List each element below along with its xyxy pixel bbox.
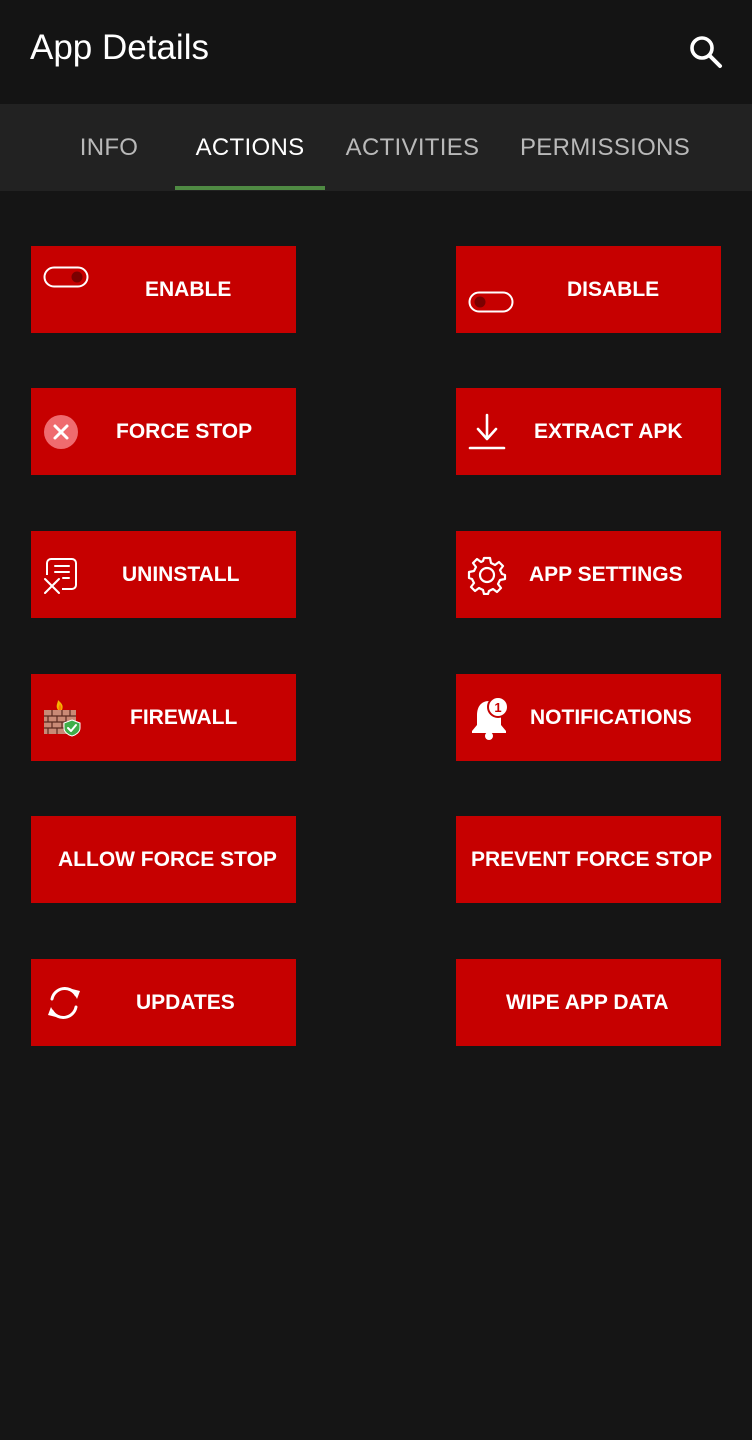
gear-icon — [467, 555, 507, 595]
tab-actions[interactable]: ACTIONS — [175, 104, 325, 191]
tab-activities[interactable]: ACTIVITIES — [330, 104, 495, 191]
app-settings-button[interactable]: APP SETTINGS — [456, 531, 721, 618]
firewall-icon — [42, 698, 82, 738]
updates-label: UPDATES — [136, 990, 235, 1014]
notifications-button[interactable]: 1 NOTIFICATIONS — [456, 674, 721, 761]
prevent-force-stop-button[interactable]: PREVENT FORCE STOP — [456, 816, 721, 903]
download-icon — [468, 412, 506, 452]
app-bar: App Details — [0, 0, 752, 104]
tab-permissions[interactable]: PERMISSIONS — [510, 104, 700, 191]
bell-badge-icon: 1 — [470, 695, 512, 741]
disable-label: DISABLE — [567, 277, 660, 301]
notification-badge-count: 1 — [494, 700, 501, 715]
search-icon — [690, 36, 722, 68]
prevent-force-stop-label: PREVENT FORCE STOP — [471, 847, 713, 871]
uninstall-button[interactable]: UNINSTALL — [31, 531, 296, 618]
enable-label: ENABLE — [145, 277, 232, 301]
wipe-app-data-label: WIPE APP DATA — [506, 990, 669, 1014]
toggle-off-icon — [43, 264, 89, 290]
allow-force-stop-button[interactable]: ALLOW FORCE STOP — [31, 816, 296, 903]
app-settings-label: APP SETTINGS — [529, 562, 683, 586]
updates-button[interactable]: UPDATES — [31, 959, 296, 1046]
close-circle-icon — [43, 414, 79, 450]
tab-bar: INFO ACTIONS ACTIVITIES PERMISSIONS — [0, 104, 752, 191]
page-title: App Details — [30, 28, 209, 67]
toggle-on-icon — [468, 290, 514, 314]
uninstall-document-icon — [42, 555, 82, 595]
firewall-label: FIREWALL — [130, 705, 238, 729]
force-stop-label: FORCE STOP — [116, 419, 253, 443]
tab-indicator — [175, 186, 325, 190]
allow-force-stop-label: ALLOW FORCE STOP — [58, 847, 277, 871]
force-stop-button[interactable]: FORCE STOP — [31, 388, 296, 475]
search-button[interactable] — [684, 30, 728, 74]
extract-apk-label: EXTRACT APK — [534, 419, 683, 443]
firewall-button[interactable]: FIREWALL — [31, 674, 296, 761]
enable-button[interactable]: ENABLE — [31, 246, 296, 333]
notifications-label: NOTIFICATIONS — [530, 705, 692, 729]
tab-info[interactable]: INFO — [44, 104, 174, 191]
extract-apk-button[interactable]: EXTRACT APK — [456, 388, 721, 475]
refresh-icon — [45, 983, 83, 1023]
wipe-app-data-button[interactable]: WIPE APP DATA — [456, 959, 721, 1046]
uninstall-label: UNINSTALL — [122, 562, 240, 586]
disable-button[interactable]: DISABLE — [456, 246, 721, 333]
